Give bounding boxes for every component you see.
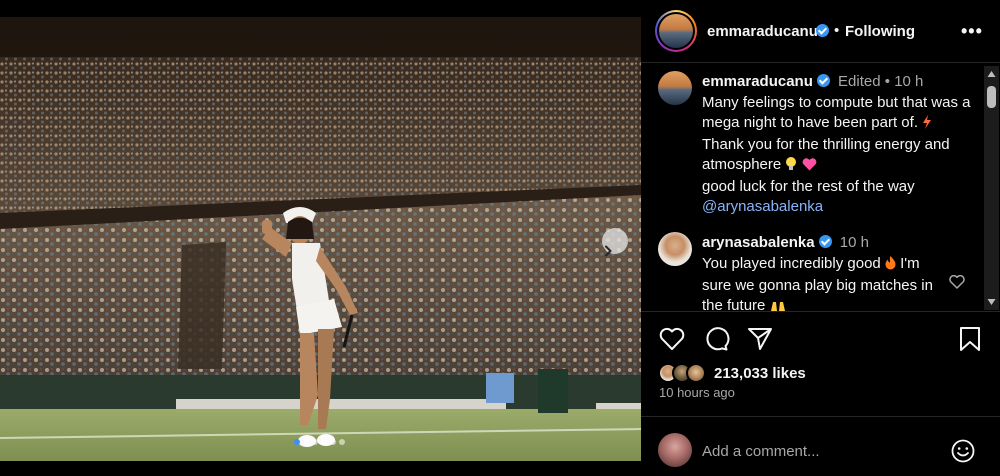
caption-bullet: • <box>884 73 891 90</box>
verified-badge-icon <box>818 235 832 248</box>
carousel-next-button[interactable] <box>602 228 628 257</box>
author-avatar[interactable] <box>655 10 697 52</box>
pink-heart-emoji-icon <box>802 157 817 177</box>
comment-text: You played incredibly good I'm sure we g… <box>702 254 952 311</box>
carousel-dot <box>321 439 327 445</box>
carousel-dot <box>330 439 336 445</box>
caption-mention-link[interactable]: @arynasabalenka <box>702 198 823 215</box>
likes-row: 213,033 likes <box>658 362 806 384</box>
fire-emoji-icon <box>885 256 896 276</box>
more-options-icon[interactable]: ••• <box>961 21 983 42</box>
author-username[interactable]: emmaraducanu <box>707 23 818 40</box>
scroll-up-arrow-icon[interactable] <box>987 70 996 78</box>
carousel-dot <box>312 439 318 445</box>
caption-text: Many feelings to compute but that was a … <box>702 93 972 217</box>
carousel-indicator <box>294 439 345 445</box>
comment-time[interactable]: 10 h <box>840 234 869 251</box>
liker-avatar <box>686 363 706 383</box>
heart-icon[interactable] <box>658 325 686 353</box>
caption-author-avatar[interactable] <box>658 71 692 105</box>
comment-username[interactable]: arynasabalenka <box>702 234 815 251</box>
comment-like-heart-icon[interactable] <box>949 275 965 289</box>
chevron-right-icon <box>605 245 612 257</box>
paper-plane-icon[interactable] <box>746 325 774 353</box>
commenter-avatar[interactable] <box>658 232 692 266</box>
likes-count[interactable]: 213,033 likes <box>714 365 806 382</box>
carousel-dot <box>303 439 309 445</box>
scrollbar-thumb[interactable] <box>987 86 996 108</box>
caption-line-2: Thank you for the thrilling energy and a… <box>702 136 950 173</box>
tennis-photo-image <box>0 17 641 461</box>
verified-badge-icon <box>816 74 830 87</box>
photo-bottom-letterbox <box>0 461 641 476</box>
comments-scrollbar[interactable] <box>984 66 999 310</box>
smiley-icon[interactable] <box>950 438 976 464</box>
lightbulb-emoji-icon <box>785 156 797 177</box>
post-timestamp: 10 hours ago <box>659 385 735 400</box>
caption-header: emmaraducanu Edited • 10 h <box>702 73 923 90</box>
following-button[interactable]: Following <box>845 23 915 40</box>
post-photo[interactable] <box>0 0 641 476</box>
comment-text-part-1: You played incredibly good <box>702 255 881 272</box>
edited-label: Edited <box>838 73 881 90</box>
header-separator: • <box>834 22 840 39</box>
carousel-dot <box>339 439 345 445</box>
lightning-emoji-icon <box>922 115 932 135</box>
verified-badge-icon <box>816 24 829 37</box>
post-header: emmaraducanu • Following ••• <box>641 0 1000 63</box>
carousel-dot <box>294 439 300 445</box>
caption-username[interactable]: emmaraducanu <box>702 73 813 90</box>
bookmark-icon[interactable] <box>956 325 984 353</box>
section-divider <box>641 311 1000 312</box>
comment-header: arynasabalenka 10 h <box>702 234 869 251</box>
caption-time[interactable]: 10 h <box>894 73 923 90</box>
add-comment-input[interactable] <box>702 440 932 462</box>
comments-section[interactable]: emmaraducanu Edited • 10 h Many feelings… <box>641 63 1000 311</box>
section-divider <box>641 416 1000 417</box>
scroll-down-arrow-icon[interactable] <box>987 298 996 306</box>
post-actions-bar <box>641 325 1000 355</box>
post-side-panel: emmaraducanu • Following ••• emmaraducan… <box>641 0 1000 476</box>
current-user-avatar <box>658 433 692 467</box>
raising-hands-emoji-icon <box>770 298 786 311</box>
comment-icon[interactable] <box>702 325 730 353</box>
photo-top-letterbox <box>0 0 641 17</box>
caption-line-3: good luck for the rest of the way <box>702 178 915 195</box>
